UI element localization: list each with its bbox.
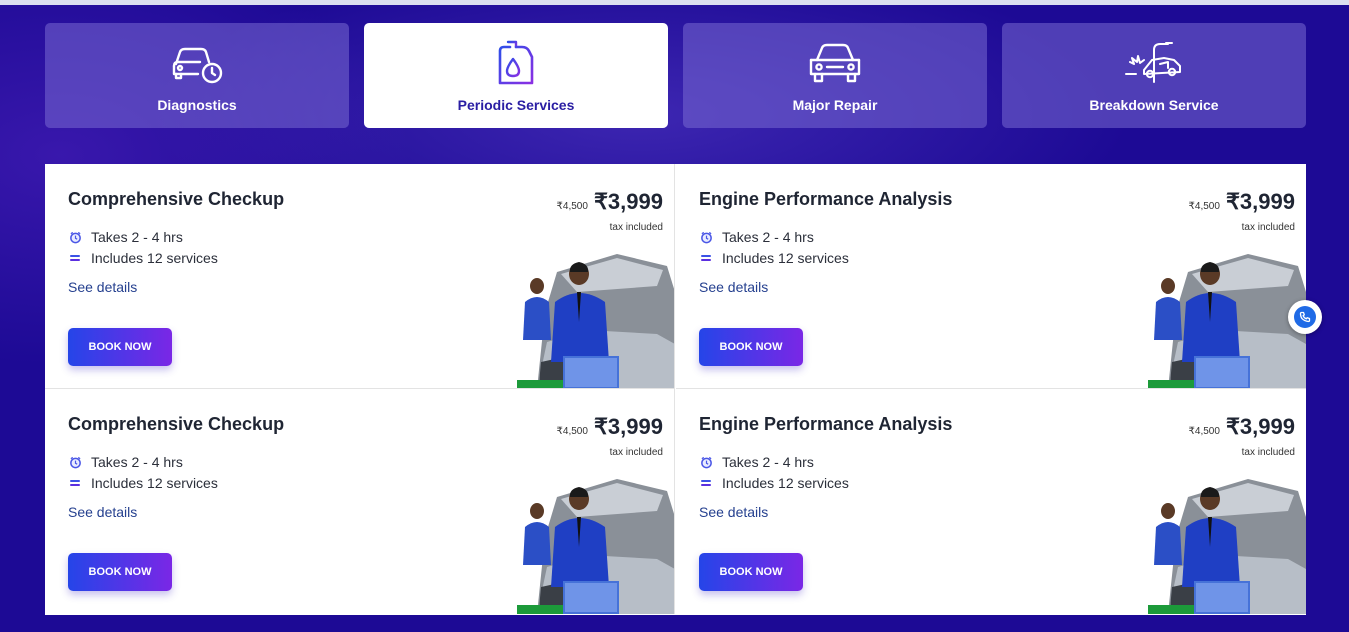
tax-note: tax included (1241, 222, 1295, 233)
services-row: Includes 12 services (699, 250, 849, 266)
tax-note: tax included (609, 222, 663, 233)
duration-text: Takes 2 - 4 hrs (91, 229, 183, 245)
duration-row: Takes 2 - 4 hrs (699, 229, 814, 245)
services-row: Includes 12 services (699, 475, 849, 491)
car-crash-icon (1124, 39, 1184, 87)
service-card: Comprehensive Checkup ₹4,500 ₹3,999 tax … (45, 164, 675, 389)
current-price: ₹3,999 (593, 414, 663, 439)
duration-row: Takes 2 - 4 hrs (699, 454, 814, 470)
duration-row: Takes 2 - 4 hrs (68, 454, 183, 470)
mechanic-image (517, 477, 674, 614)
duration-text: Takes 2 - 4 hrs (722, 229, 814, 245)
book-now-button[interactable]: BOOK NOW (699, 553, 803, 591)
tab-periodic-services[interactable]: Periodic Services (364, 23, 668, 128)
tax-note: tax included (609, 447, 663, 458)
alarm-clock-icon (68, 230, 82, 244)
list-icon (699, 476, 713, 490)
see-details-link[interactable]: See details (68, 279, 137, 295)
current-price: ₹3,999 (593, 189, 663, 214)
list-icon (699, 251, 713, 265)
mechanic-image (1148, 252, 1306, 388)
see-details-link[interactable]: See details (699, 504, 768, 520)
price: ₹4,500 ₹3,999 (557, 189, 663, 215)
duration-row: Takes 2 - 4 hrs (68, 229, 183, 245)
book-now-button[interactable]: BOOK NOW (699, 328, 803, 366)
book-now-button[interactable]: BOOK NOW (68, 553, 172, 591)
service-cards-grid: Comprehensive Checkup ₹4,500 ₹3,999 tax … (45, 164, 1306, 615)
tab-diagnostics[interactable]: Diagnostics (45, 23, 349, 128)
services-row: Includes 12 services (68, 475, 218, 491)
list-icon (68, 476, 82, 490)
old-price: ₹4,500 (556, 426, 588, 437)
tab-label: Periodic Services (457, 97, 575, 113)
duration-text: Takes 2 - 4 hrs (722, 454, 814, 470)
service-category-tabs: Diagnostics Periodic Services Major Repa… (45, 23, 1307, 128)
services-text: Includes 12 services (91, 250, 218, 266)
book-now-button[interactable]: BOOK NOW (68, 328, 172, 366)
services-row: Includes 12 services (68, 250, 218, 266)
old-price: ₹4,500 (556, 201, 588, 212)
mechanic-image (1148, 477, 1306, 614)
card-title: Engine Performance Analysis (699, 414, 953, 434)
services-text: Includes 12 services (91, 475, 218, 491)
price: ₹4,500 ₹3,999 (1189, 189, 1295, 215)
duration-text: Takes 2 - 4 hrs (91, 454, 183, 470)
services-text: Includes 12 services (722, 475, 849, 491)
services-text: Includes 12 services (722, 250, 849, 266)
car-front-icon (807, 39, 863, 87)
card-title: Comprehensive Checkup (68, 189, 285, 209)
tab-label: Major Repair (792, 97, 878, 113)
alarm-clock-icon (699, 455, 713, 469)
car-clock-icon (170, 39, 224, 87)
list-icon (68, 251, 82, 265)
card-title: Engine Performance Analysis (699, 189, 953, 209)
price: ₹4,500 ₹3,999 (557, 414, 663, 440)
tax-note: tax included (1241, 447, 1295, 458)
alarm-clock-icon (68, 455, 82, 469)
old-price: ₹4,500 (1188, 426, 1220, 437)
service-card: Engine Performance Analysis ₹4,500 ₹3,99… (676, 389, 1306, 614)
old-price: ₹4,500 (1188, 201, 1220, 212)
tab-breakdown-service[interactable]: Breakdown Service (1002, 23, 1306, 128)
service-card: Engine Performance Analysis ₹4,500 ₹3,99… (676, 164, 1306, 389)
current-price: ₹3,999 (1225, 414, 1295, 439)
current-price: ₹3,999 (1225, 189, 1295, 214)
tab-label: Diagnostics (157, 97, 237, 113)
card-title: Comprehensive Checkup (68, 414, 285, 434)
service-card: Comprehensive Checkup ₹4,500 ₹3,999 tax … (45, 389, 675, 614)
call-button[interactable] (1288, 300, 1322, 334)
see-details-link[interactable]: See details (68, 504, 137, 520)
phone-icon (1294, 306, 1316, 328)
price: ₹4,500 ₹3,999 (1189, 414, 1295, 440)
alarm-clock-icon (699, 230, 713, 244)
mechanic-image (517, 252, 674, 388)
oil-can-icon (496, 39, 536, 87)
see-details-link[interactable]: See details (699, 279, 768, 295)
tab-label: Breakdown Service (1089, 97, 1219, 113)
tab-major-repair[interactable]: Major Repair (683, 23, 987, 128)
